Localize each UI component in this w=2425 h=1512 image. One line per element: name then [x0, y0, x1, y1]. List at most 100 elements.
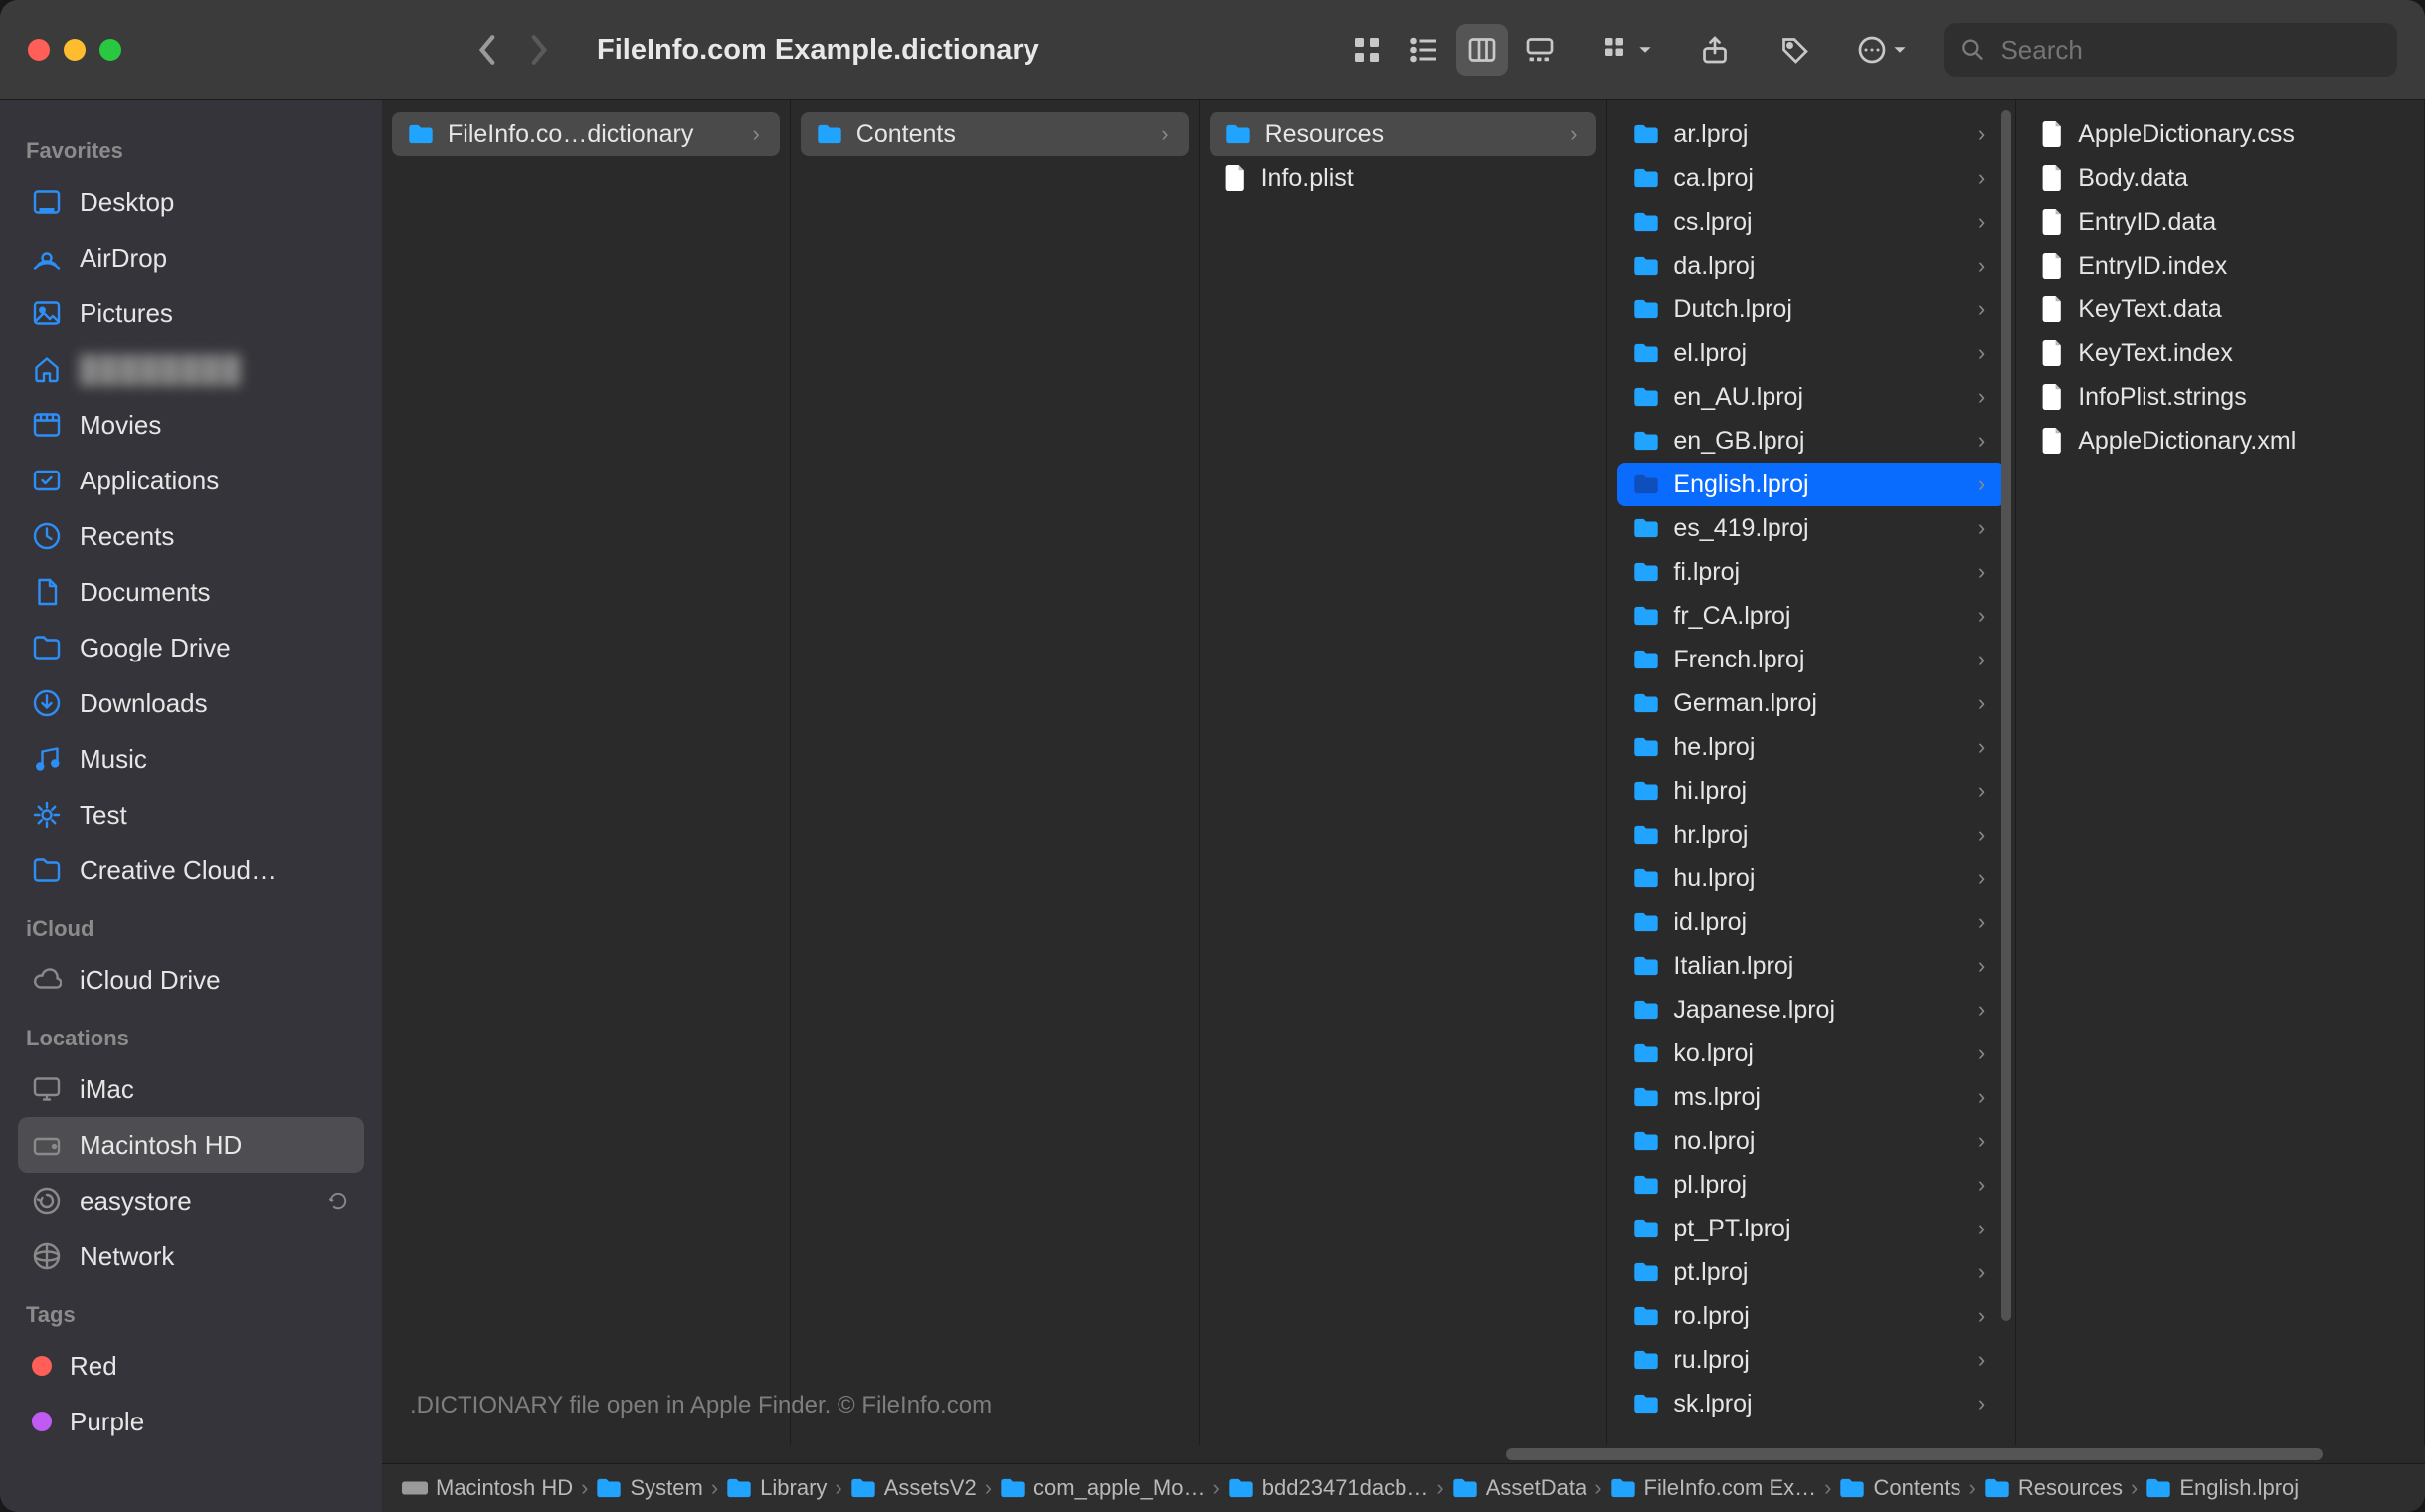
refresh-icon[interactable] — [326, 1189, 350, 1213]
tags-button[interactable] — [1769, 24, 1820, 76]
path-bar[interactable]: Macintosh HD›System›Library›AssetsV2›com… — [382, 1463, 2425, 1512]
file-row[interactable]: KeyText.index — [2026, 331, 2414, 375]
file-row[interactable]: Body.data — [2026, 156, 2414, 200]
folder-row[interactable]: Italian.lproj› — [1617, 944, 2005, 988]
breadcrumb-item[interactable]: System — [596, 1475, 702, 1501]
breadcrumb-item[interactable]: com_apple_Mo… — [1000, 1475, 1205, 1501]
close-button[interactable] — [28, 39, 50, 61]
minimize-button[interactable] — [64, 39, 86, 61]
view-columns[interactable] — [1456, 24, 1508, 76]
sidebar-item[interactable]: Test — [18, 787, 364, 843]
breadcrumb-item[interactable]: bdd23471dacb… — [1228, 1475, 1429, 1501]
folder-row[interactable]: en_GB.lproj› — [1617, 419, 2005, 463]
folder-row[interactable]: hu.lproj› — [1617, 856, 2005, 900]
sidebar-item[interactable]: ████████ — [18, 341, 364, 397]
folder-row[interactable]: FileInfo.co…dictionary› — [392, 112, 780, 156]
folder-row[interactable]: ar.lproj› — [1617, 112, 2005, 156]
folder-row[interactable]: French.lproj› — [1617, 638, 2005, 681]
file-row[interactable]: AppleDictionary.css — [2026, 112, 2414, 156]
file-row[interactable]: Info.plist — [1210, 156, 1597, 200]
sidebar-item[interactable]: Creative Cloud… — [18, 843, 364, 898]
view-icon-grid[interactable] — [1341, 24, 1393, 76]
zoom-button[interactable] — [99, 39, 121, 61]
sidebar-item[interactable]: Red — [18, 1338, 364, 1394]
folder-row[interactable]: pt.lproj› — [1617, 1250, 2005, 1294]
sidebar-item[interactable]: Google Drive — [18, 620, 364, 675]
browser-column[interactable]: AppleDictionary.cssBody.dataEntryID.data… — [2016, 100, 2425, 1445]
breadcrumb-item[interactable]: FileInfo.com Ex… — [1610, 1475, 1817, 1501]
folder-row[interactable]: en_AU.lproj› — [1617, 375, 2005, 419]
folder-row[interactable]: id.lproj› — [1617, 900, 2005, 944]
breadcrumb-item[interactable]: Resources — [1984, 1475, 2123, 1501]
back-button[interactable] — [477, 33, 499, 67]
folder-row[interactable]: ko.lproj› — [1617, 1032, 2005, 1075]
sidebar-item[interactable]: iCloud Drive — [18, 952, 364, 1008]
breadcrumb-item[interactable]: Contents — [1839, 1475, 1960, 1501]
folder-row[interactable]: no.lproj› — [1617, 1119, 2005, 1163]
sidebar-item[interactable]: easystore — [18, 1173, 364, 1228]
browser-column[interactable]: Resources›Info.plist — [1200, 100, 1608, 1445]
file-row[interactable]: KeyText.data — [2026, 287, 2414, 331]
folder-row[interactable]: English.lproj› — [1617, 463, 2005, 506]
folder-row[interactable]: Dutch.lproj› — [1617, 287, 2005, 331]
breadcrumb-item[interactable]: English.lproj — [2145, 1475, 2299, 1501]
folder-row[interactable]: sk.lproj› — [1617, 1382, 2005, 1425]
share-button[interactable] — [1689, 24, 1741, 76]
column-browser[interactable]: FileInfo.co…dictionary›Contents›Resource… — [382, 100, 2425, 1445]
folder-row[interactable]: Contents› — [801, 112, 1189, 156]
browser-column[interactable]: Contents› — [791, 100, 1200, 1445]
sidebar-item[interactable]: Music — [18, 731, 364, 787]
folder-row[interactable]: ca.lproj› — [1617, 156, 2005, 200]
sidebar-item[interactable]: Movies — [18, 397, 364, 453]
file-row[interactable]: EntryID.index — [2026, 244, 2414, 287]
horizontal-scrollbar[interactable] — [382, 1445, 2425, 1463]
breadcrumb-item[interactable]: Library — [726, 1475, 827, 1501]
folder-row[interactable]: hi.lproj› — [1617, 769, 2005, 813]
folder-row[interactable]: pl.lproj› — [1617, 1163, 2005, 1207]
airdrop-icon — [32, 243, 62, 273]
sidebar-item[interactable]: Macintosh HD — [18, 1117, 364, 1173]
folder-row[interactable]: ru.lproj› — [1617, 1338, 2005, 1382]
view-list[interactable] — [1399, 24, 1450, 76]
folder-row[interactable]: Resources› — [1210, 112, 1597, 156]
breadcrumb-item[interactable]: Macintosh HD — [402, 1475, 573, 1501]
folder-row[interactable]: German.lproj› — [1617, 681, 2005, 725]
folder-row[interactable]: ms.lproj› — [1617, 1075, 2005, 1119]
view-gallery[interactable] — [1514, 24, 1566, 76]
sidebar-item[interactable]: iMac — [18, 1061, 364, 1117]
breadcrumb-item[interactable]: AssetsV2 — [850, 1475, 977, 1501]
file-row[interactable]: EntryID.data — [2026, 200, 2414, 244]
folder-row[interactable]: fr_CA.lproj› — [1617, 594, 2005, 638]
forward-button[interactable] — [527, 33, 549, 67]
folder-row[interactable]: es_419.lproj› — [1617, 506, 2005, 550]
sidebar-item[interactable]: Pictures — [18, 285, 364, 341]
sidebar-item[interactable]: Applications — [18, 453, 364, 508]
sidebar-item[interactable]: Purple — [18, 1394, 364, 1449]
folder-row[interactable]: pt_PT.lproj› — [1617, 1207, 2005, 1250]
column-scrollbar[interactable] — [2001, 110, 2011, 1445]
browser-column[interactable]: ar.lproj›ca.lproj›cs.lproj›da.lproj›Dutc… — [1607, 100, 2016, 1445]
sidebar-item[interactable]: Desktop — [18, 174, 364, 230]
search-input[interactable] — [1998, 34, 2379, 67]
search-field[interactable] — [1944, 23, 2397, 77]
folder-row[interactable]: cs.lproj› — [1617, 200, 2005, 244]
sidebar-item[interactable]: Downloads — [18, 675, 364, 731]
sidebar-item[interactable]: Recents — [18, 508, 364, 564]
file-row[interactable]: InfoPlist.strings — [2026, 375, 2414, 419]
action-menu[interactable] — [1848, 24, 1916, 76]
sidebar-item[interactable]: Network — [18, 1228, 364, 1284]
folder-row[interactable]: ro.lproj› — [1617, 1294, 2005, 1338]
browser-column[interactable]: FileInfo.co…dictionary› — [382, 100, 791, 1445]
folder-row[interactable]: hr.lproj› — [1617, 813, 2005, 856]
sidebar-item[interactable]: Documents — [18, 564, 364, 620]
sidebar-item[interactable]: AirDrop — [18, 230, 364, 285]
sidebar[interactable]: FavoritesDesktopAirDropPictures████████M… — [0, 100, 382, 1512]
file-row[interactable]: AppleDictionary.xml — [2026, 419, 2414, 463]
group-by-menu[interactable] — [1593, 24, 1661, 76]
folder-row[interactable]: Japanese.lproj› — [1617, 988, 2005, 1032]
folder-row[interactable]: el.lproj› — [1617, 331, 2005, 375]
folder-row[interactable]: fi.lproj› — [1617, 550, 2005, 594]
folder-row[interactable]: he.lproj› — [1617, 725, 2005, 769]
breadcrumb-item[interactable]: AssetData — [1452, 1475, 1587, 1501]
folder-row[interactable]: da.lproj› — [1617, 244, 2005, 287]
